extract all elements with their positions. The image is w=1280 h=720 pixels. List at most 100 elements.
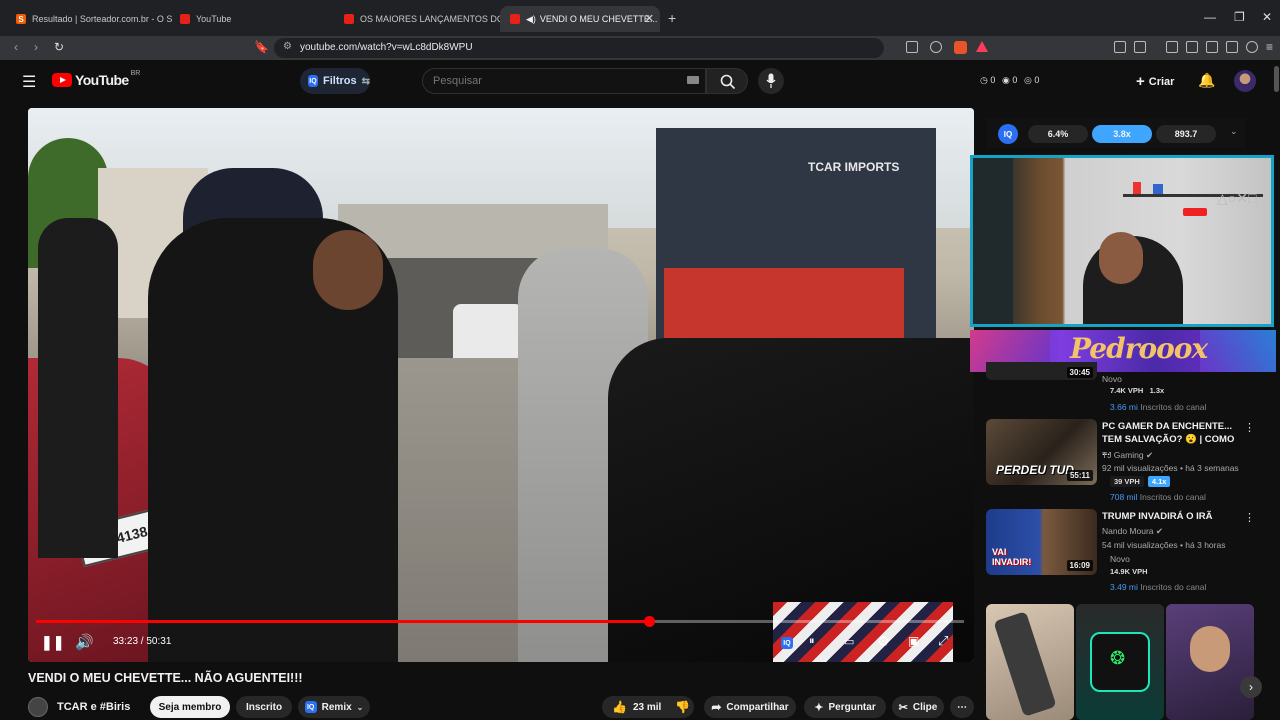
youtube-favicon-icon: [510, 14, 520, 24]
chevron-down-icon[interactable]: ⌄: [1230, 126, 1238, 137]
autoplay-toggle-icon[interactable]: ⏸: [809, 635, 815, 648]
subtitles-icon[interactable]: ▭: [844, 635, 854, 648]
close-tab-icon[interactable]: ✕: [645, 12, 654, 25]
recommendation-item[interactable]: VAI INVADIR! 16:09 TRUMP INVADIRÁ O IRÃ …: [986, 509, 1256, 595]
volume-icon[interactable]: 🔊: [75, 633, 94, 651]
video-progress-bar[interactable]: [36, 616, 964, 627]
rec-title[interactable]: TRUMP INVADIRÁ O IRÃ: [1102, 510, 1242, 523]
thumbs-down-icon[interactable]: 👎: [675, 700, 690, 714]
extensions-icon[interactable]: [1114, 41, 1126, 53]
more-actions-icon[interactable]: ⋯: [950, 696, 974, 718]
more-options-icon[interactable]: ⋮: [1244, 511, 1255, 524]
iq-stats-panel: IQ 6.4% 3.8x 893.7 ⌄: [986, 118, 1246, 148]
back-icon[interactable]: ‹: [14, 40, 18, 54]
share-button[interactable]: ➦ Compartilhar: [704, 696, 796, 718]
curtain: [973, 158, 1013, 324]
join-button[interactable]: Seja membro: [150, 696, 230, 718]
create-button[interactable]: + Criar: [1136, 72, 1174, 90]
youtube-favicon-icon: [180, 14, 190, 24]
subscribed-button[interactable]: Inscrito: [236, 696, 292, 718]
bookmark-icon[interactable]: 🔖: [254, 40, 269, 54]
filters-button[interactable]: IQ Filtros ⇆: [300, 68, 370, 94]
sliders-icon: ⇆: [361, 75, 370, 87]
clip-button[interactable]: ✂ Clipe: [892, 696, 944, 718]
rewards-icon[interactable]: [976, 41, 988, 52]
rec-channel[interactable]: TJ Gaming ✔: [1102, 450, 1153, 461]
settings-gear-icon[interactable]: ⚙: [877, 633, 890, 650]
clip-label: Clipe: [912, 701, 938, 713]
shorts-row: ❂: [986, 604, 1254, 720]
ask-button[interactable]: ✦ Perguntar: [804, 696, 886, 718]
site-info-icon[interactable]: ⚙: [283, 41, 292, 52]
short-thumbnail[interactable]: [1166, 604, 1254, 720]
reload-icon[interactable]: ↻: [54, 40, 64, 54]
account-avatar[interactable]: [1234, 70, 1256, 92]
page-scrollbar[interactable]: [1274, 66, 1279, 92]
subs-count: 3.49 mi: [1110, 582, 1138, 592]
speaker-icon: ◀): [526, 13, 536, 24]
leo-ai-icon[interactable]: [1226, 41, 1238, 53]
screenshot-icon[interactable]: [1134, 41, 1146, 53]
address-bar: ‹ › ↻ 🔖 ⚙ youtube.com/watch?v=wLc8dDk8WP…: [0, 36, 1280, 60]
player-controls: ❚❚ 🔊 33:23 / 50:31 IQ ⏸ ▭ ⚙ ▣ ⤢: [28, 628, 974, 660]
brave-shield-icon[interactable]: [954, 41, 967, 54]
subs-count: 3.66 mi: [1110, 402, 1138, 412]
iq-player-icon[interactable]: IQ: [781, 637, 793, 649]
media-icon[interactable]: [1166, 41, 1178, 53]
channel-subs: 3.66 mi Inscritos do canal: [1110, 402, 1206, 412]
wallet-icon[interactable]: [1206, 41, 1218, 53]
hamburger-menu-icon[interactable]: ☰: [22, 72, 36, 92]
rec-thumbnail[interactable]: PERDEU TUD 55:11: [986, 419, 1097, 485]
keyboard-icon[interactable]: [687, 76, 699, 84]
short-thumbnail[interactable]: [986, 604, 1074, 720]
channel-name[interactable]: TCAR e #Biris: [57, 701, 130, 713]
rec-channel[interactable]: Nando Moura ✔: [1102, 526, 1163, 537]
thumbnail-text: PERDEU TUD: [996, 463, 1075, 477]
youtube-logo[interactable]: YouTube BR: [52, 70, 140, 88]
shorts-scroll-right-icon[interactable]: ›: [1240, 676, 1262, 698]
close-window-icon[interactable]: ✕: [1262, 10, 1272, 24]
tab-youtube-home[interactable]: YouTube: [170, 6, 338, 32]
new-tab-button[interactable]: +: [668, 10, 676, 26]
channel-subs: 3.49 mi Inscritos do canal: [1110, 582, 1206, 592]
recommendation-item[interactable]: 30:45 Novo 7.4K VPH 1.3x 3.66 mi Inscrit…: [986, 362, 1256, 416]
sidebar-icon[interactable]: [1186, 41, 1198, 53]
remix-button[interactable]: IQ Remix ⌄: [298, 696, 370, 718]
tab-chevette-active[interactable]: ◀) VENDI O MEU CHEVETTE... N ✕: [500, 6, 660, 32]
channel-avatar[interactable]: [28, 697, 48, 717]
tab-lancamentos[interactable]: OS MAIORES LANÇAMENTOS DO CI: [334, 6, 500, 32]
more-options-icon[interactable]: ⋮: [1244, 421, 1255, 434]
share-page-icon[interactable]: [930, 41, 942, 53]
cast-icon[interactable]: [906, 41, 918, 53]
voice-search-button[interactable]: [758, 68, 784, 94]
miniplayer-icon[interactable]: ▣: [908, 634, 919, 648]
like-button[interactable]: 👍 23 mil 👎: [602, 696, 694, 718]
browser-menu-icon[interactable]: ≡: [1266, 40, 1273, 54]
minimize-icon[interactable]: —: [1204, 10, 1216, 24]
pause-icon[interactable]: ❚❚: [41, 634, 64, 651]
sparkle-icon: ✦: [814, 701, 824, 714]
rec-meta: 92 mil visualizações • há 3 semanas: [1102, 463, 1239, 473]
search-input[interactable]: [433, 75, 673, 87]
forward-icon[interactable]: ›: [34, 40, 38, 54]
share-label: Compartilhar: [726, 701, 789, 713]
tab-sorteador[interactable]: S Resultado | Sorteador.com.br - O Site: [6, 6, 172, 32]
short-thumbnail[interactable]: ❂: [1076, 604, 1164, 720]
video-player[interactable]: TCAR IMPORTS EXR4138: [28, 108, 974, 662]
vpn-icon[interactable]: [1246, 41, 1258, 53]
remix-label: Remix: [321, 701, 352, 713]
fullscreen-icon[interactable]: ⤢: [938, 633, 948, 649]
plus-icon: +: [1136, 73, 1145, 90]
iq-icon: IQ: [304, 701, 317, 713]
rec-new-badge: Novo: [1110, 554, 1130, 564]
outlier-stat: 4.1x: [1147, 476, 1171, 487]
url-field[interactable]: ⚙ youtube.com/watch?v=wLc8dDk8WPU: [274, 38, 884, 58]
rec-thumbnail[interactable]: 30:45: [986, 362, 1097, 380]
recommendation-item[interactable]: PERDEU TUD 55:11 PC GAMER DA ENCHENTE...…: [986, 419, 1256, 505]
restore-icon[interactable]: ❐: [1234, 10, 1245, 24]
rec-thumbnail[interactable]: VAI INVADIR! 16:09: [986, 509, 1097, 575]
rec-stats: 7.4K VPH 1.3x: [1110, 386, 1164, 395]
notifications-bell-icon[interactable]: 🔔: [1198, 72, 1215, 89]
ask-label: Perguntar: [828, 701, 876, 713]
search-button[interactable]: [706, 68, 748, 94]
